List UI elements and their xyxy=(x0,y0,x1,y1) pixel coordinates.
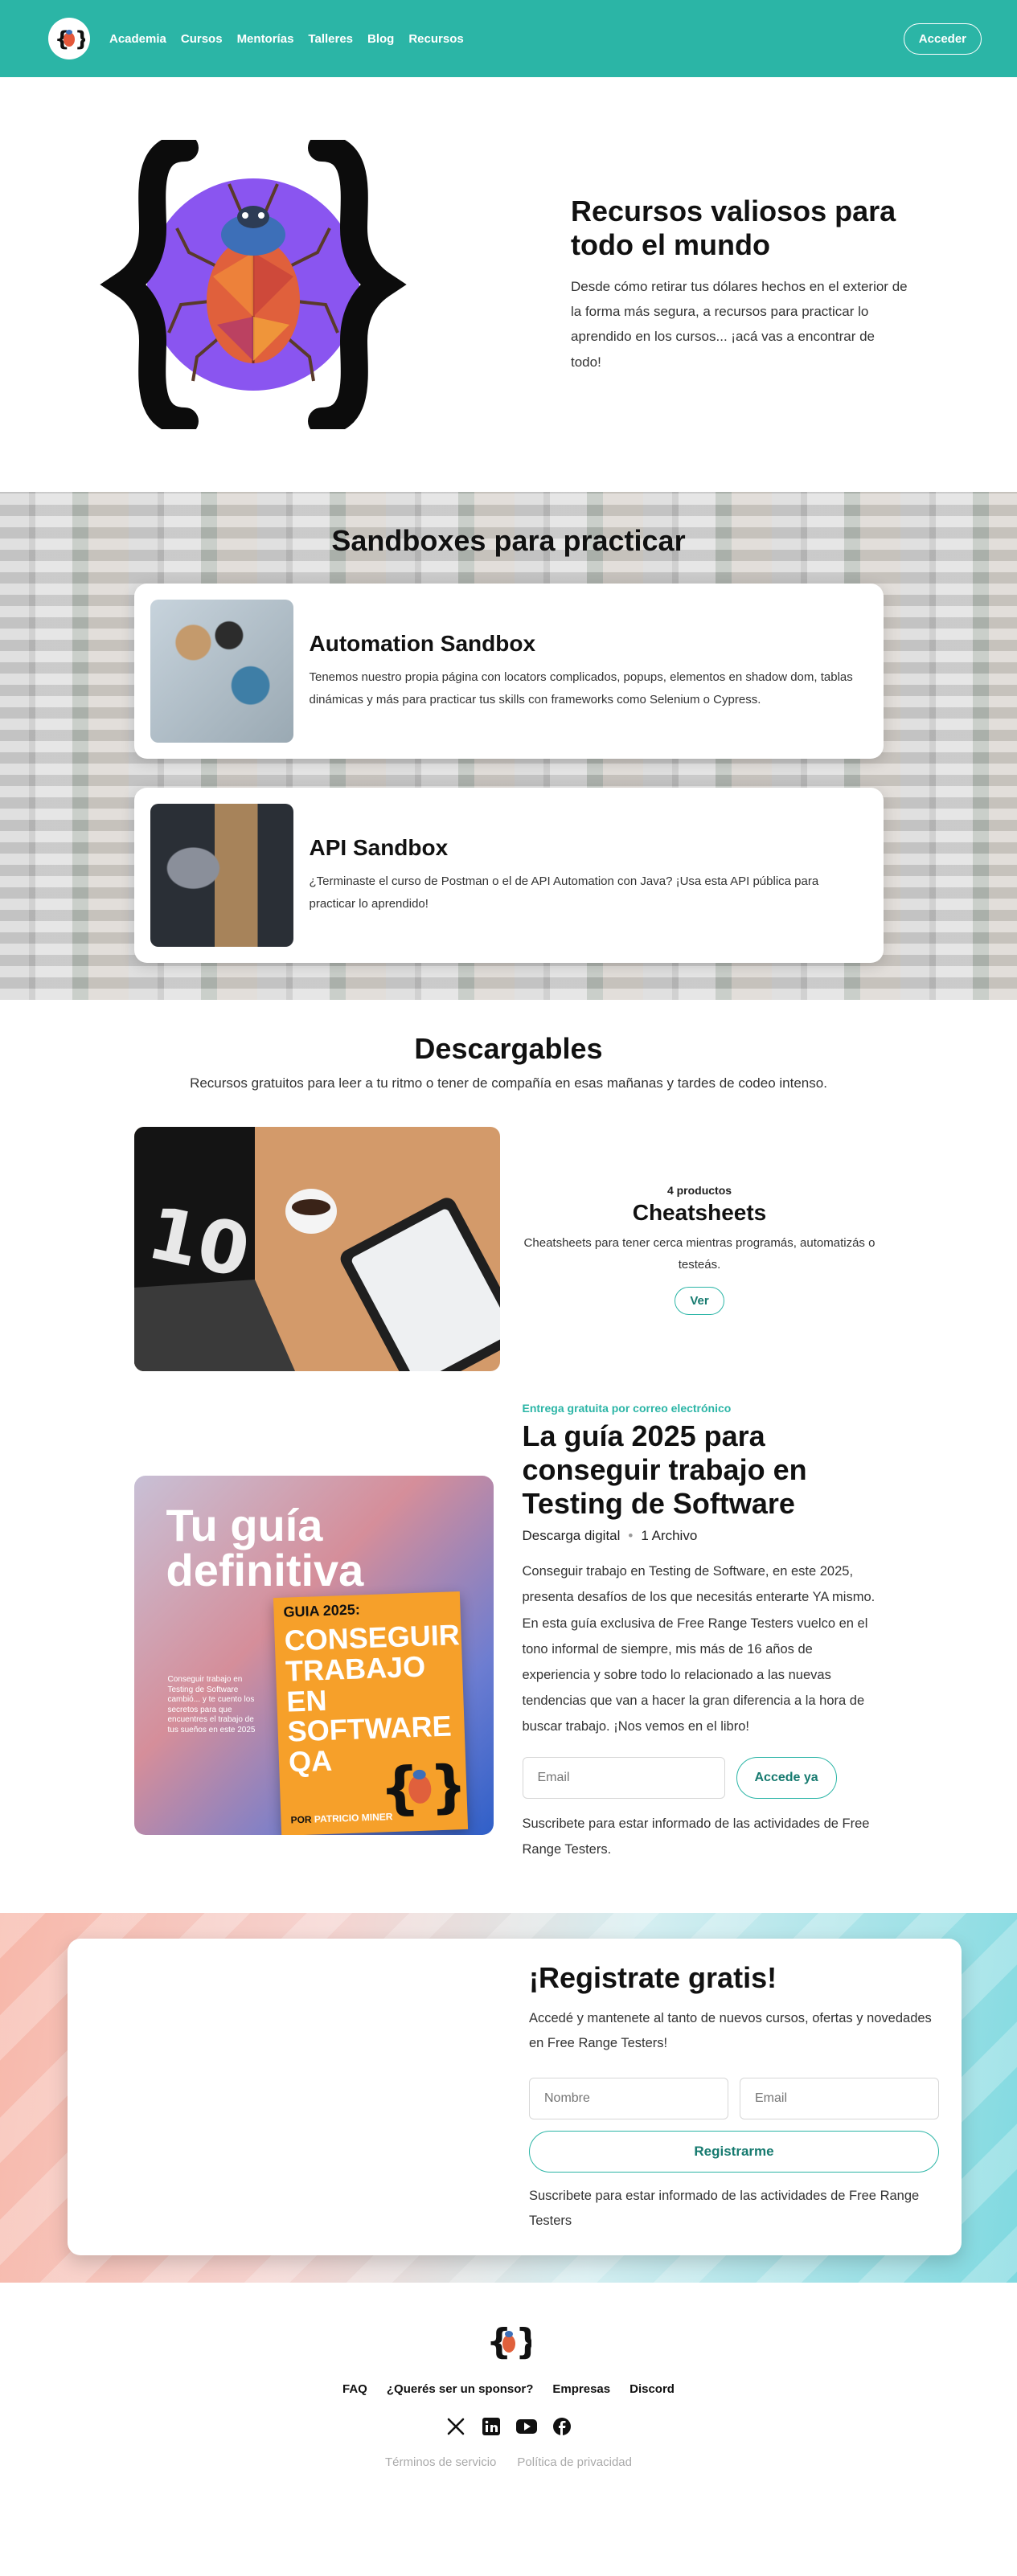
cheatsheets-image: 10 xyxy=(133,1127,500,1371)
register-button[interactable]: Registrarme xyxy=(529,2130,939,2173)
x-icon[interactable] xyxy=(445,2415,467,2438)
book-label: GUIA 2025: xyxy=(282,1601,360,1620)
nav-cursos[interactable]: Cursos xyxy=(181,32,223,46)
nav-mentorias[interactable]: Mentorías xyxy=(237,32,294,46)
guide-description: Conseguir trabajo en Testing de Software… xyxy=(522,1564,876,1734)
guide-eyebrow: Entrega gratuita por correo electrónico xyxy=(522,1402,732,1415)
guide-type: Descarga digital xyxy=(522,1528,621,1544)
sandboxes-title: Sandboxes para practicar xyxy=(331,524,686,557)
cheatsheets-product: 10 4 productos Cheatsheets Cheatsheets p… xyxy=(133,1127,884,1371)
sandbox-description: Tenemos nuestro propia página con locato… xyxy=(309,670,853,707)
book-cover: GUIA 2025: CONSEGUIR TRABAJO EN SOFTWARE… xyxy=(273,1591,468,1835)
nav-recursos[interactable]: Recursos xyxy=(408,32,463,46)
privacy-link[interactable]: Política de privacidad xyxy=(517,2455,632,2469)
guide-form: Accede ya xyxy=(522,1757,884,1800)
hero-section: Recursos valiosos para todo el mundo Des… xyxy=(0,77,1017,492)
register-description: Accedé y mantenete al tanto de nuevos cu… xyxy=(529,2011,932,2051)
login-button[interactable]: Acceder xyxy=(903,23,982,55)
site-header: { } Academia Cursos Mentorías Talleres B… xyxy=(0,0,1017,77)
bug-brackets-icon xyxy=(100,140,407,429)
nav-talleres[interactable]: Talleres xyxy=(308,32,353,46)
svg-text:}: } xyxy=(428,1753,461,1820)
sandbox-title: API Sandbox xyxy=(309,834,449,860)
register-title: ¡Registrate gratis! xyxy=(529,1961,777,1994)
sandbox-card-api[interactable]: API Sandbox ¿Terminaste el curso de Post… xyxy=(133,788,884,963)
bug-logo-icon[interactable]: { } xyxy=(486,2320,531,2361)
hero-description: Desde cómo retirar tus dólares hechos en… xyxy=(571,278,908,370)
guide-meta: Descarga digital • 1 Archivo xyxy=(523,1528,884,1544)
email-field[interactable] xyxy=(522,1757,725,1800)
bug-logo-icon: { } xyxy=(55,27,85,51)
guide-cover-image: Tu guía definitiva Conseguir trabajo en … xyxy=(133,1476,494,1835)
guide-note: Suscribete para estar informado de las a… xyxy=(522,1816,870,1857)
register-note: Suscribete para estar informado de las a… xyxy=(529,2188,920,2229)
main-nav: Academia Cursos Mentorías Talleres Blog … xyxy=(109,32,464,46)
logo[interactable]: { } xyxy=(48,18,90,59)
nav-blog[interactable]: Blog xyxy=(367,32,394,46)
book-by: POR xyxy=(289,1814,312,1826)
guide-files: 1 Archivo xyxy=(641,1528,698,1544)
sandbox-description: ¿Terminaste el curso de Postman o el de … xyxy=(309,874,819,911)
register-form: ¡Registrate gratis! Accedé y mantenete a… xyxy=(529,1961,939,2234)
svg-text:}: } xyxy=(515,2321,531,2361)
bug-logo-icon: { } xyxy=(378,1753,461,1822)
product-description: Cheatsheets para tener cerca mientras pr… xyxy=(523,1235,876,1272)
site-footer: { } FAQ ¿Querés ser un sponsor? Empresas… xyxy=(0,2283,1017,2517)
guide-title: La guía 2025 para conseguir trabajo en T… xyxy=(522,1419,807,1520)
facebook-icon[interactable] xyxy=(551,2415,573,2438)
footer-link-sponsor[interactable]: ¿Querés ser un sponsor? xyxy=(387,2382,534,2396)
dot-separator: • xyxy=(628,1528,634,1544)
youtube-icon[interactable] xyxy=(515,2415,538,2438)
terms-link[interactable]: Términos de servicio xyxy=(385,2455,496,2469)
view-button[interactable]: Ver xyxy=(675,1286,724,1315)
linkedin-icon[interactable] xyxy=(480,2415,502,2438)
api-sandbox-image xyxy=(150,804,293,947)
name-field[interactable] xyxy=(529,2077,728,2119)
social-links xyxy=(0,2415,1017,2438)
email-field[interactable] xyxy=(740,2077,939,2119)
register-section: ¡Registrate gratis! Accedé y mantenete a… xyxy=(0,1913,1017,2283)
automation-sandbox-image xyxy=(150,600,293,743)
nav-academia[interactable]: Academia xyxy=(109,32,166,46)
hero-illustration xyxy=(0,140,506,429)
svg-text:}: } xyxy=(75,27,85,51)
access-button[interactable]: Accede ya xyxy=(736,1757,837,1800)
sandboxes-section: Sandboxes para practicar Automation Sand… xyxy=(0,492,1017,1000)
guide-section: Tu guía definitiva Conseguir trabajo en … xyxy=(133,1386,884,1913)
register-card: ¡Registrate gratis! Accedé y mantenete a… xyxy=(68,1939,962,2255)
cover-headline: Tu guía definitiva xyxy=(166,1500,364,1595)
cover-small-text: Conseguir trabajo en Testing de Software… xyxy=(167,1675,256,1734)
hero-text: Recursos valiosos para todo el mundo Des… xyxy=(571,195,908,375)
page-title: Recursos valiosos para todo el mundo xyxy=(571,194,896,262)
footer-link-empresas[interactable]: Empresas xyxy=(552,2382,610,2396)
product-title: Cheatsheets xyxy=(632,1199,767,1225)
downloads-title: Descargables xyxy=(414,1032,603,1065)
footer-link-discord[interactable]: Discord xyxy=(629,2382,675,2396)
sandbox-title: Automation Sandbox xyxy=(309,630,536,656)
downloads-section: Descargables Recursos gratuitos para lee… xyxy=(0,1000,1017,1386)
legal-links: Términos de servicio Política de privaci… xyxy=(0,2455,1017,2469)
sandbox-card-automation[interactable]: Automation Sandbox Tenemos nuestro propi… xyxy=(133,584,884,759)
downloads-subtitle: Recursos gratuitos para leer a tu ritmo … xyxy=(190,1075,827,1091)
footer-links: FAQ ¿Querés ser un sponsor? Empresas Dis… xyxy=(0,2382,1017,2396)
product-count: 4 productos xyxy=(666,1183,732,1197)
footer-link-faq[interactable]: FAQ xyxy=(342,2382,367,2396)
